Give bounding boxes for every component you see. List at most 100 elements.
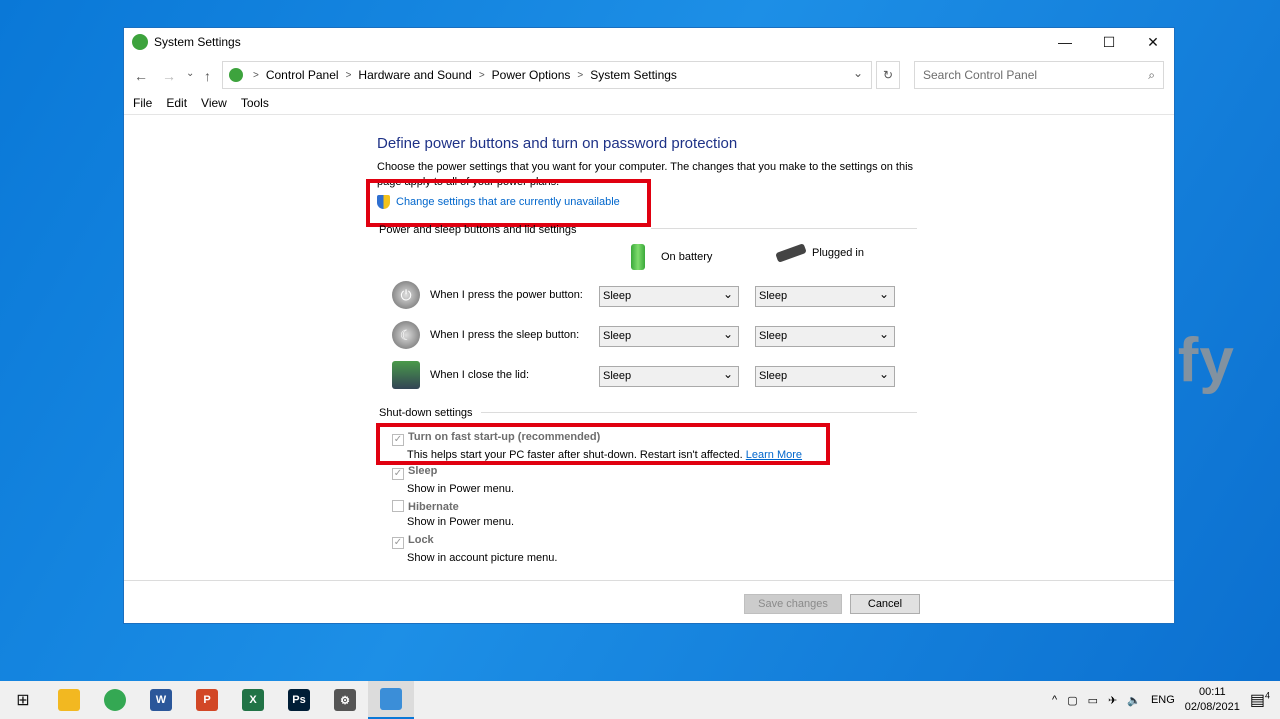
close-lid-battery-select[interactable]: Sleep xyxy=(599,366,739,387)
word-icon: W xyxy=(150,689,172,711)
highlight-box xyxy=(376,423,830,465)
power-button-battery-select[interactable]: Sleep xyxy=(599,286,739,307)
taskbar-apps: W P X Ps ⚙ xyxy=(46,681,414,719)
sleep-checkbox[interactable]: ✓ xyxy=(392,468,404,480)
airplane-mode-icon[interactable]: ✈ xyxy=(1108,694,1117,707)
language-indicator[interactable]: ENG xyxy=(1151,694,1175,706)
volume-icon[interactable]: 🔈 xyxy=(1127,694,1141,707)
breadcrumb-separator: > xyxy=(478,69,485,81)
menu-file[interactable]: File xyxy=(133,96,152,110)
forward-button[interactable]: → xyxy=(162,68,176,84)
settings-icon: ⚙ xyxy=(334,689,356,711)
hibernate-checkbox[interactable] xyxy=(392,500,404,512)
powerpoint-icon: P xyxy=(196,689,218,711)
breadcrumb-system-settings[interactable]: System Settings xyxy=(590,68,677,82)
clock-time: 00:11 xyxy=(1198,686,1226,698)
taskbar-app-photoshop[interactable]: Ps xyxy=(276,681,322,719)
menu-view[interactable]: View xyxy=(201,96,227,110)
power-plug-icon xyxy=(775,243,807,263)
taskbar-app-powerpoint[interactable]: P xyxy=(184,681,230,719)
power-section-title: Power and sleep buttons and lid settings xyxy=(379,224,577,236)
on-battery-label: On battery xyxy=(661,251,713,263)
sleep-button-plugged-select[interactable]: Sleep xyxy=(755,326,895,347)
taskbar-app-control-panel[interactable] xyxy=(368,681,414,719)
show-hidden-icons-button[interactable]: ^ xyxy=(1052,694,1057,706)
taskbar-app-word[interactable]: W xyxy=(138,681,184,719)
divider xyxy=(651,228,917,229)
menu-tools[interactable]: Tools xyxy=(241,96,269,110)
divider xyxy=(481,412,917,413)
system-tray: ^ ▢ ▭ ✈ 🔈 ENG 00:11 02/08/2021 ▤4 xyxy=(1052,681,1280,719)
hibernate-description: Show in Power menu. xyxy=(407,516,514,528)
sleep-button-row: ☾ When I press the sleep button: xyxy=(392,321,579,349)
address-bar[interactable]: > Control Panel > Hardware and Sound > Pow… xyxy=(222,61,872,89)
control-panel-icon xyxy=(380,688,402,710)
file-explorer-icon xyxy=(58,689,80,711)
sleep-option: ✓ Sleep Show in Power menu. xyxy=(392,465,514,495)
sleep-button-battery-select[interactable]: Sleep xyxy=(599,326,739,347)
page-title: Define power buttons and turn on passwor… xyxy=(377,135,738,152)
taskbar: ⊞ W P X Ps ⚙ ^ ▢ ▭ ✈ 🔈 ENG 00:11 02/08/2021 ▤… xyxy=(0,681,1280,719)
breadcrumb-separator: > xyxy=(345,69,352,81)
search-input[interactable]: Search Control Panel ⌕ xyxy=(914,61,1164,89)
taskbar-app-settings[interactable]: ⚙ xyxy=(322,681,368,719)
taskbar-app-excel[interactable]: X xyxy=(230,681,276,719)
cancel-button[interactable]: Cancel xyxy=(850,594,920,614)
close-lid-row: When I close the lid: xyxy=(392,361,529,389)
close-lid-plugged-select[interactable]: Sleep xyxy=(755,366,895,387)
address-dropdown-icon[interactable]: ⌄ xyxy=(853,66,863,80)
hibernate-option: Hibernate Show in Power menu. xyxy=(392,500,514,528)
on-battery-header: On battery xyxy=(631,244,712,270)
breadcrumb-separator: > xyxy=(577,69,584,81)
minimize-button[interactable]: — xyxy=(1043,28,1087,56)
taskbar-app-chrome[interactable] xyxy=(92,681,138,719)
breadcrumb-power-options[interactable]: Power Options xyxy=(492,68,571,82)
excel-icon: X xyxy=(242,689,264,711)
window-title: System Settings xyxy=(154,35,241,49)
close-button[interactable]: ✕ xyxy=(1131,28,1175,56)
refresh-button[interactable]: ↻ xyxy=(876,61,900,89)
power-button-plugged-select[interactable]: Sleep xyxy=(755,286,895,307)
save-changes-button[interactable]: Save changes xyxy=(744,594,842,614)
content-area: Define power buttons and turn on passwor… xyxy=(124,114,1174,581)
power-section-header: Power and sleep buttons and lid settings xyxy=(379,224,577,236)
lock-description: Show in account picture menu. xyxy=(407,552,558,564)
back-button[interactable]: ← xyxy=(134,68,148,84)
menu-edit[interactable]: Edit xyxy=(166,96,187,110)
sleep-label: Sleep xyxy=(408,465,438,477)
start-button[interactable]: ⊞ xyxy=(0,681,46,719)
lock-label: Lock xyxy=(408,534,434,546)
breadcrumb-separator: > xyxy=(253,69,259,81)
maximize-button[interactable]: ☐ xyxy=(1087,28,1131,56)
meet-now-icon[interactable]: ▢ xyxy=(1067,694,1077,707)
recent-locations-button[interactable]: ⌄ xyxy=(186,68,194,79)
close-lid-label: When I close the lid: xyxy=(430,369,530,381)
power-options-icon xyxy=(132,34,148,50)
clock[interactable]: 00:11 02/08/2021 xyxy=(1185,685,1240,715)
shutdown-section-title: Shut-down settings xyxy=(379,407,473,419)
battery-icon xyxy=(631,244,645,270)
notification-center-button[interactable]: ▤4 xyxy=(1250,690,1270,710)
sleep-description: Show in Power menu. xyxy=(407,483,514,495)
plugged-in-header: Plugged in xyxy=(775,243,864,263)
taskbar-app-file-explorer[interactable] xyxy=(46,681,92,719)
battery-status-icon[interactable]: ▭ xyxy=(1088,694,1098,707)
menu-bar: File Edit View Tools xyxy=(133,96,269,110)
up-button[interactable]: ↑ xyxy=(204,68,211,84)
breadcrumb-control-panel[interactable]: Control Panel xyxy=(266,68,339,82)
lock-checkbox[interactable]: ✓ xyxy=(392,537,404,549)
power-button-row: ⏻ When I press the power button: xyxy=(392,281,583,309)
breadcrumb-hardware-sound[interactable]: Hardware and Sound xyxy=(358,68,471,82)
laptop-lid-icon xyxy=(392,361,420,389)
search-placeholder: Search Control Panel xyxy=(923,68,1038,82)
search-icon: ⌕ xyxy=(1148,68,1155,82)
sleep-button-label: When I press the sleep button: xyxy=(430,329,580,341)
lock-option: ✓ Lock Show in account picture menu. xyxy=(392,534,557,564)
power-button-label: When I press the power button: xyxy=(430,289,583,301)
chrome-icon xyxy=(104,689,126,711)
windows-icon: ⊞ xyxy=(16,692,30,709)
title-bar: System Settings xyxy=(124,28,1174,56)
plugged-in-label: Plugged in xyxy=(812,247,864,259)
system-settings-window: System Settings — ☐ ✕ ← → ⌄ ↑ > Control … xyxy=(123,27,1175,624)
address-row: ← → ⌄ ↑ > Control Panel > Hardware and So… xyxy=(124,61,1174,91)
